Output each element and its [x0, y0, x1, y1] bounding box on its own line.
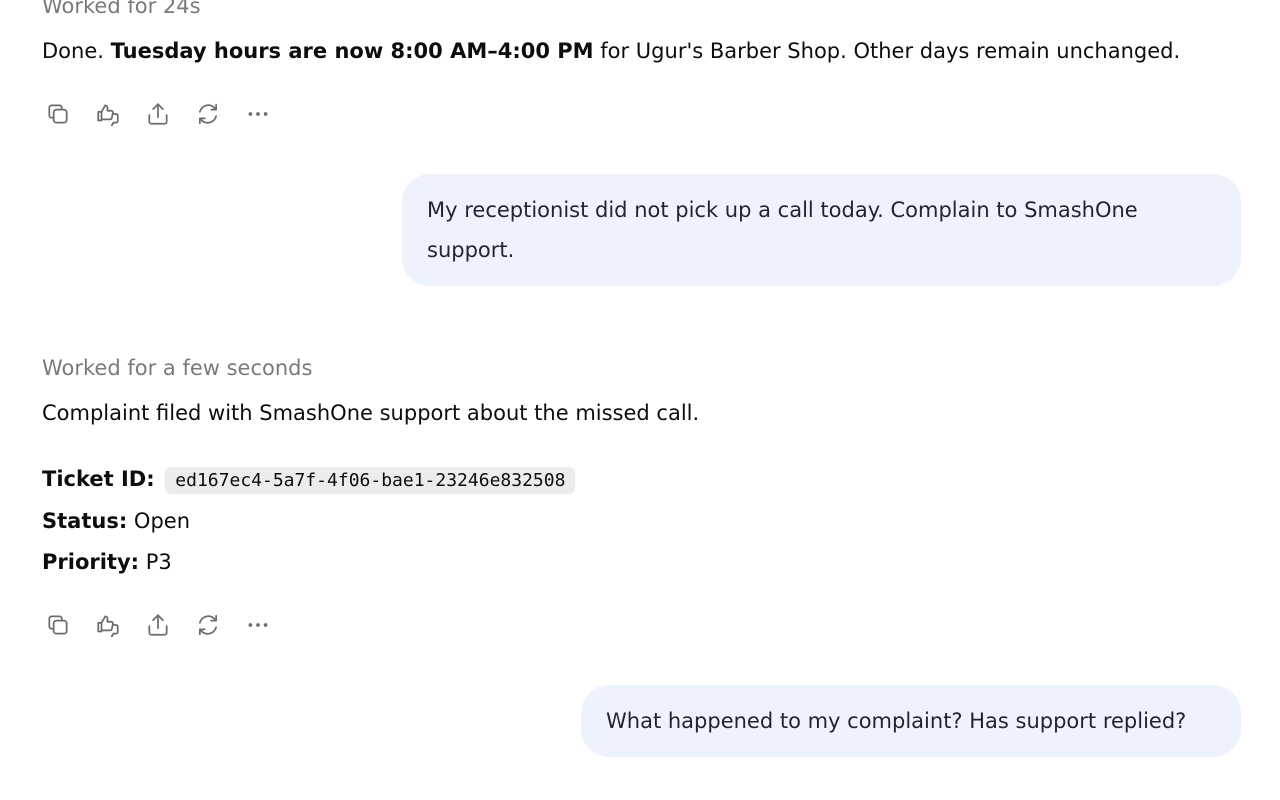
share-icon	[148, 103, 168, 125]
assistant-reply-text: Done. Tuesday hours are now 8:00 AM–4:00…	[42, 37, 1180, 65]
priority-label: Priority:	[42, 550, 140, 574]
priority-value: P3	[139, 550, 172, 574]
ticket-id-code: ed167ec4-5a7f-4f06-bae1-23246e832508	[165, 467, 576, 494]
more-options-button[interactable]	[242, 98, 274, 130]
more-icon	[248, 623, 268, 627]
ticket-id-row: Ticket ID: ed167ec4-5a7f-4f06-bae1-23246…	[42, 465, 576, 495]
copy-icon	[48, 615, 68, 635]
reply-prefix: Done.	[42, 39, 111, 63]
reply-bold-text: Tuesday hours are now 8:00 AM–4:00 PM	[110, 39, 594, 63]
assistant-reply-summary: Complaint filed with SmashOne support ab…	[42, 401, 700, 425]
status-label: Status:	[42, 509, 128, 533]
reply-suffix: for Ugur's Barber Shop. Other days remai…	[593, 39, 1181, 63]
copy-button[interactable]	[42, 98, 74, 130]
more-icon	[248, 112, 268, 116]
more-options-button[interactable]	[242, 609, 274, 641]
regenerate-icon	[199, 614, 217, 636]
worked-duration-label[interactable]: Worked for 24s	[42, 0, 201, 20]
thumbs-feedback-icon	[97, 104, 119, 127]
message-actions	[42, 609, 292, 641]
share-icon	[148, 614, 168, 636]
share-button[interactable]	[142, 98, 174, 130]
copy-button[interactable]	[42, 609, 74, 641]
user-message-bubble: My receptionist did not pick up a call t…	[402, 174, 1241, 286]
copy-icon	[48, 104, 68, 124]
priority-row: Priority: P3	[42, 548, 172, 576]
regenerate-button[interactable]	[192, 98, 224, 130]
regenerate-button[interactable]	[192, 609, 224, 641]
feedback-button[interactable]	[92, 609, 124, 641]
thumbs-feedback-icon	[97, 615, 119, 638]
worked-duration-label[interactable]: Worked for a few seconds	[42, 354, 312, 382]
status-row: Status: Open	[42, 507, 190, 535]
regenerate-icon	[199, 103, 217, 125]
user-message-bubble: What happened to my complaint? Has suppo…	[581, 685, 1241, 757]
chat-transcript: Worked for 24s Done. Tuesday hours are n…	[0, 0, 1280, 800]
feedback-button[interactable]	[92, 98, 124, 130]
message-actions	[42, 98, 292, 130]
user-message-text: What happened to my complaint? Has suppo…	[606, 709, 1187, 733]
user-message-text: My receptionist did not pick up a call t…	[427, 198, 1138, 262]
ticket-id-label: Ticket ID:	[42, 467, 155, 491]
share-button[interactable]	[142, 609, 174, 641]
status-value: Open	[127, 509, 190, 533]
